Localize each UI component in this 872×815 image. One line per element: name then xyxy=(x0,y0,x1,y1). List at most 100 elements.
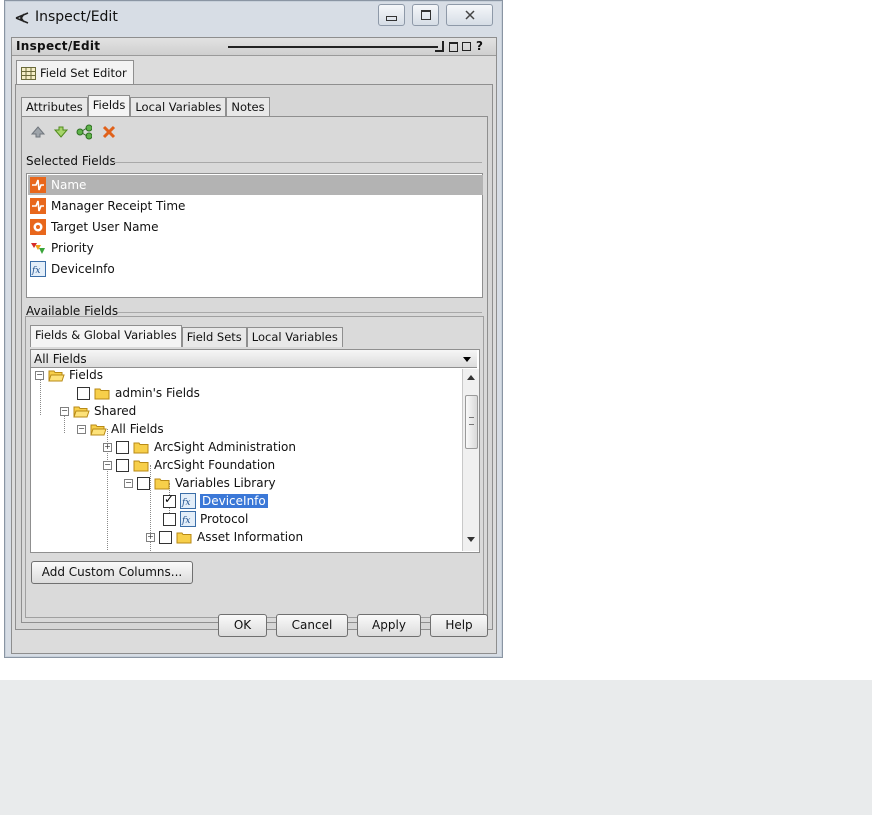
folder-icon xyxy=(133,460,149,471)
svg-text:fx: fx xyxy=(31,266,40,276)
checkbox[interactable] xyxy=(137,476,150,490)
field-set-editor-tab[interactable]: Field Set Editor xyxy=(16,60,134,85)
group-divider xyxy=(118,312,482,313)
list-item-label: Priority xyxy=(51,241,94,255)
tree-item-admins-fields[interactable]: admin's Fields xyxy=(77,384,200,402)
tree-item-fields[interactable]: − Fields xyxy=(35,369,103,384)
available-fields-body: All Fields − Fields admin's Fields − Sha… xyxy=(30,349,480,553)
tab-fields[interactable]: Fields xyxy=(87,95,131,117)
tree-item-label: Variables Library xyxy=(175,476,276,490)
move-down-icon[interactable] xyxy=(53,124,69,140)
delete-icon[interactable] xyxy=(101,124,117,140)
variable-icon: fx xyxy=(180,511,196,527)
minimize-icon xyxy=(386,15,397,21)
list-item[interactable]: Name xyxy=(28,175,483,195)
tree-item-label: All Fields xyxy=(111,422,164,436)
apply-button[interactable]: Apply xyxy=(357,614,421,637)
maximize-icon xyxy=(420,10,431,20)
svg-text:fx: fx xyxy=(181,498,190,508)
field-set-editor-label: Field Set Editor xyxy=(40,66,127,80)
checkbox-checked[interactable] xyxy=(163,492,176,508)
tree-item-deviceinfo[interactable]: fx DeviceInfo xyxy=(163,492,268,510)
tree-item-variables-library[interactable]: − Variables Library xyxy=(124,474,276,492)
add-custom-columns-button[interactable]: Add Custom Columns... xyxy=(31,561,193,584)
checkbox[interactable] xyxy=(116,440,129,454)
panel-help-icon[interactable]: ? xyxy=(476,39,483,53)
move-up-icon[interactable] xyxy=(30,124,46,140)
checkbox[interactable] xyxy=(159,530,172,544)
tree-item-label: ArcSight Foundation xyxy=(154,458,276,472)
available-fields-tabs: Fields & Global Variables Field Sets Loc… xyxy=(30,325,343,347)
selected-fields-list[interactable]: Name Manager Receipt Time Target User Na… xyxy=(26,173,483,298)
scroll-thumb[interactable] xyxy=(465,395,478,449)
close-icon xyxy=(464,10,475,20)
expand-icon[interactable]: + xyxy=(103,442,112,452)
scroll-up-icon[interactable] xyxy=(467,375,475,380)
list-item-label: DeviceInfo xyxy=(51,262,115,276)
panel-maximize-icon[interactable] xyxy=(462,42,471,51)
cancel-button[interactable]: Cancel xyxy=(276,614,348,637)
tab-local-variables-available[interactable]: Local Variables xyxy=(246,327,343,347)
checkbox[interactable] xyxy=(77,386,90,400)
collapse-icon[interactable]: − xyxy=(35,370,44,380)
editor-tabs: Attributes Fields Local Variables Notes xyxy=(21,95,270,117)
tree-item-protocol[interactable]: fx Protocol xyxy=(163,510,248,528)
maximize-button[interactable] xyxy=(412,4,439,26)
list-item[interactable]: Priority xyxy=(28,238,483,258)
list-item[interactable]: Target User Name xyxy=(28,217,483,237)
list-item-label: Name xyxy=(51,178,87,192)
tree-item-asset-information[interactable]: + Asset Information xyxy=(146,528,303,546)
list-item[interactable]: fx DeviceInfo xyxy=(28,259,483,279)
tree-item-arcsight-foundation[interactable]: − ArcSight Foundation xyxy=(103,456,275,474)
page-background-band xyxy=(0,680,872,815)
window-title: Inspect/Edit xyxy=(35,9,118,25)
title-bar[interactable]: Inspect/Edit xyxy=(5,1,502,34)
tree-item-arcsight-administration[interactable]: + ArcSight Administration xyxy=(103,438,296,456)
collapse-icon[interactable]: − xyxy=(124,478,133,488)
checkbox[interactable] xyxy=(163,512,176,526)
available-fields-tree[interactable]: − Fields admin's Fields − Shared − All F… xyxy=(31,369,461,551)
user-field-icon xyxy=(30,219,46,235)
checkbox[interactable] xyxy=(116,458,129,472)
scroll-down-icon[interactable] xyxy=(467,537,475,542)
open-folder-icon xyxy=(48,370,65,381)
close-button[interactable] xyxy=(446,4,493,26)
collapse-icon[interactable]: − xyxy=(77,424,86,434)
tree-scrollbar[interactable] xyxy=(462,369,479,551)
tab-local-variables[interactable]: Local Variables xyxy=(130,97,227,117)
inspect-edit-panel: Inspect/Edit ? Field Set Editor Attribut… xyxy=(11,37,497,654)
help-button[interactable]: Help xyxy=(430,614,488,637)
collapse-icon[interactable]: − xyxy=(60,406,69,416)
table-icon xyxy=(21,66,36,80)
group-divider xyxy=(112,162,482,163)
inspect-edit-window: Inspect/Edit Inspect/Edit ? Field Set Ed… xyxy=(4,0,503,658)
tab-notes[interactable]: Notes xyxy=(226,97,270,117)
tab-fields-global-variables[interactable]: Fields & Global Variables xyxy=(30,325,182,347)
fields-tab-panel: Selected Fields Name Manager Receipt Tim… xyxy=(21,116,488,623)
tab-attributes[interactable]: Attributes xyxy=(21,97,88,117)
ok-button[interactable]: OK xyxy=(218,614,267,637)
tree-item-label: Shared xyxy=(94,404,137,418)
folder-icon xyxy=(94,388,110,399)
tree-item-label: DeviceInfo xyxy=(200,494,268,508)
variable-icon: fx xyxy=(30,261,46,277)
tree-item-all-fields[interactable]: − All Fields xyxy=(77,420,164,438)
expand-icon[interactable]: + xyxy=(146,532,155,542)
field-filter-dropdown[interactable]: All Fields xyxy=(31,350,477,368)
variable-icon: fx xyxy=(180,493,196,509)
field-icon xyxy=(30,177,46,193)
list-item[interactable]: Manager Receipt Time xyxy=(28,196,483,216)
priority-icon xyxy=(31,243,45,254)
minimize-button[interactable] xyxy=(378,4,405,26)
folder-icon xyxy=(176,532,192,543)
add-field-icon[interactable] xyxy=(76,124,92,140)
tab-field-sets[interactable]: Field Sets xyxy=(181,327,247,347)
panel-restore-icon[interactable] xyxy=(449,42,458,52)
collapse-icon[interactable]: − xyxy=(103,460,112,470)
panel-divider xyxy=(228,46,438,48)
tree-item-shared[interactable]: − Shared xyxy=(60,402,136,420)
field-filter-value: All Fields xyxy=(34,352,87,366)
panel-header: Inspect/Edit ? xyxy=(12,38,496,56)
svg-text:fx: fx xyxy=(181,516,190,526)
tree-item-label: Protocol xyxy=(200,512,249,526)
